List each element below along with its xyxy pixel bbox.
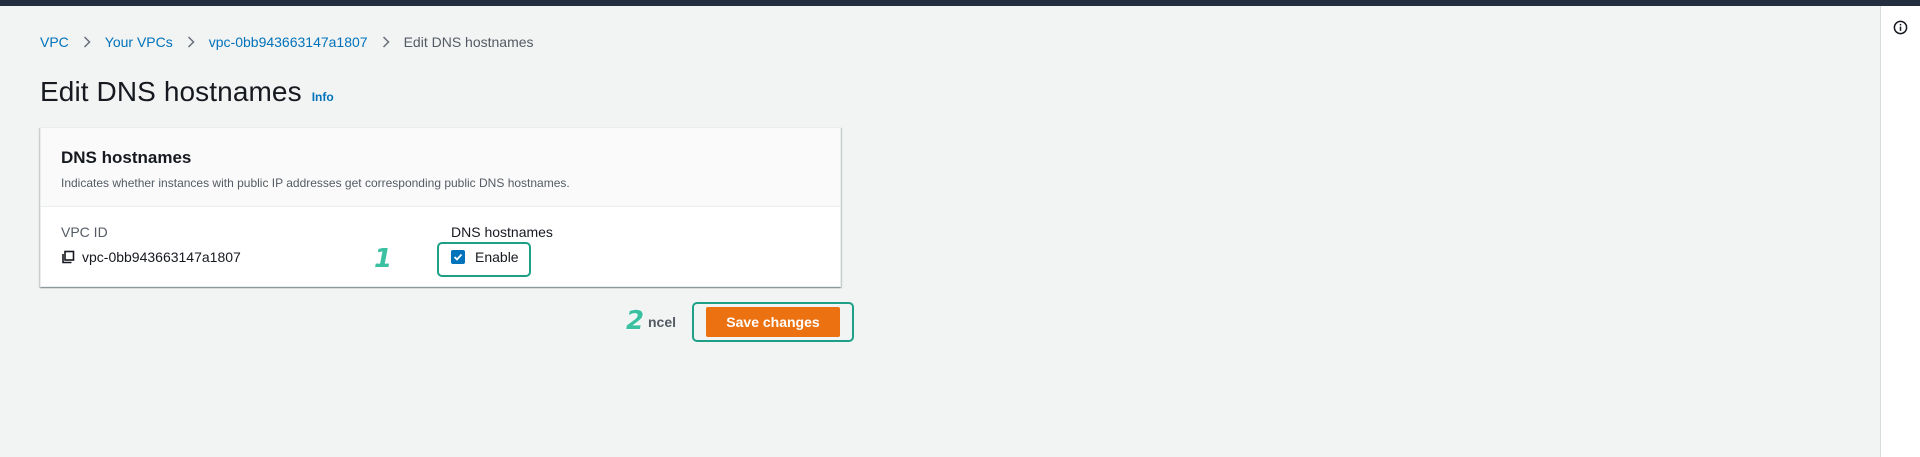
- info-link[interactable]: Info: [312, 90, 334, 104]
- dns-hostnames-label: DNS hostnames: [451, 224, 553, 240]
- info-circle-icon[interactable]: [1893, 20, 1908, 35]
- annotation-highlight-save: [692, 302, 854, 342]
- chevron-right-icon: [187, 36, 195, 48]
- annotation-step-2: 2: [626, 306, 645, 336]
- page-header: Edit DNS hostnames Info: [40, 76, 334, 108]
- breadcrumb-vpc-id[interactable]: vpc-0bb943663147a1807: [209, 34, 368, 50]
- annotation-step-1: 1: [374, 244, 393, 274]
- help-panel-rail: [1880, 6, 1920, 457]
- panel-title: DNS hostnames: [61, 148, 192, 167]
- page-title: Edit DNS hostnames: [40, 76, 302, 107]
- panel-description: Indicates whether instances with public …: [61, 176, 570, 190]
- chevron-right-icon: [83, 36, 91, 48]
- breadcrumb: VPC Your VPCs vpc-0bb943663147a1807 Edit…: [40, 33, 534, 51]
- breadcrumb-vpc[interactable]: VPC: [40, 34, 69, 50]
- cancel-button[interactable]: ncel: [648, 314, 676, 330]
- chevron-right-icon: [382, 36, 390, 48]
- panel-header: DNS hostnames Indicates whether instance…: [41, 128, 840, 207]
- breadcrumb-your-vpcs[interactable]: Your VPCs: [105, 34, 173, 50]
- breadcrumb-current: Edit DNS hostnames: [403, 34, 534, 50]
- annotation-highlight-enable: [437, 242, 531, 277]
- vpc-id-text: vpc-0bb943663147a1807: [82, 249, 241, 265]
- vpc-id-value: vpc-0bb943663147a1807: [61, 249, 241, 265]
- copy-icon[interactable]: [61, 250, 75, 264]
- vpc-id-label: VPC ID: [61, 224, 108, 240]
- top-navigation-bar: [0, 0, 1920, 6]
